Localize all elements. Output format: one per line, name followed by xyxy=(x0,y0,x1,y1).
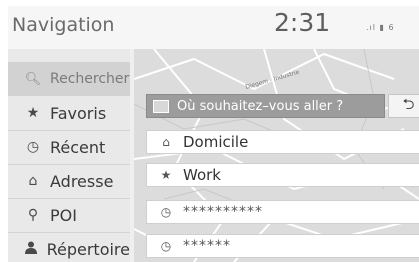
sidebar-item-favoris[interactable]: ★ Favoris xyxy=(8,97,130,129)
search-placeholder: Où souhaitez–vous aller ? xyxy=(177,98,344,114)
destination-item-work[interactable]: ★ Work xyxy=(146,163,419,187)
destination-label: Work xyxy=(183,166,221,184)
destination-item-home[interactable]: ⌂ Domicile xyxy=(146,130,419,154)
pin-icon: ⚲ xyxy=(27,207,39,223)
star-icon: ★ xyxy=(26,105,40,121)
sidebar-item-rechercher[interactable]: 🔍︎ Rechercher xyxy=(8,62,130,96)
sidebar-item-label: Répertoire xyxy=(46,239,130,259)
status-icons: .ıl ▮ 6 xyxy=(366,23,395,32)
sidebar-item-recent[interactable]: ◷ Récent xyxy=(8,131,130,163)
flag-icon xyxy=(153,99,169,113)
sidebar-item-label: Adresse xyxy=(50,171,114,191)
back-arrow-icon: ⮌ xyxy=(402,94,415,113)
star-icon: ★ xyxy=(160,168,172,182)
sidebar-item-label: POI xyxy=(50,205,77,225)
search-icon: 🔍︎ xyxy=(24,71,42,87)
home-icon: ⌂ xyxy=(162,135,170,149)
map-view[interactable]: Diegem - Industrie xyxy=(134,49,419,262)
clock-icon: ◷ xyxy=(160,239,172,253)
sidebar-item-adresse[interactable]: ⌂ Adresse xyxy=(8,165,130,197)
destination-label: ********** xyxy=(183,204,263,220)
map-roads: Diegem - Industrie xyxy=(134,49,419,262)
destination-label: Domicile xyxy=(183,133,249,151)
sidebar-item-label: Récent xyxy=(50,137,106,157)
back-button[interactable]: ⮌ xyxy=(388,94,419,118)
sidebar-item-label: Rechercher xyxy=(50,71,130,87)
sidebar: 🔍︎ Rechercher ★ Favoris ◷ Récent ⌂ Adres… xyxy=(8,49,130,262)
navigation-screen: Navigation 2:31 .ıl ▮ 6 🔍︎ Rechercher ★ … xyxy=(8,6,419,262)
destination-item-recent[interactable]: ◷ ****** xyxy=(146,234,419,258)
destination-item-recent[interactable]: ◷ ********** xyxy=(146,200,419,224)
clock-icon: ◷ xyxy=(26,139,40,155)
clock-icon: ◷ xyxy=(160,205,172,219)
header-bar: Navigation 2:31 .ıl ▮ 6 xyxy=(8,6,419,49)
destination-search-input[interactable]: Où souhaitez–vous aller ? xyxy=(146,94,385,118)
destination-label: ****** xyxy=(183,238,231,254)
address-icon: ⌂ xyxy=(28,173,38,189)
sidebar-item-repertoire[interactable]: Répertoire xyxy=(8,233,130,262)
clock: 2:31 xyxy=(274,8,331,37)
sidebar-item-label: Favoris xyxy=(50,103,107,123)
sidebar-item-poi[interactable]: ⚲ POI xyxy=(8,199,130,231)
app-title: Navigation xyxy=(12,14,115,36)
street-label: Diegem - Industrie xyxy=(245,69,301,91)
person-icon xyxy=(22,241,41,258)
